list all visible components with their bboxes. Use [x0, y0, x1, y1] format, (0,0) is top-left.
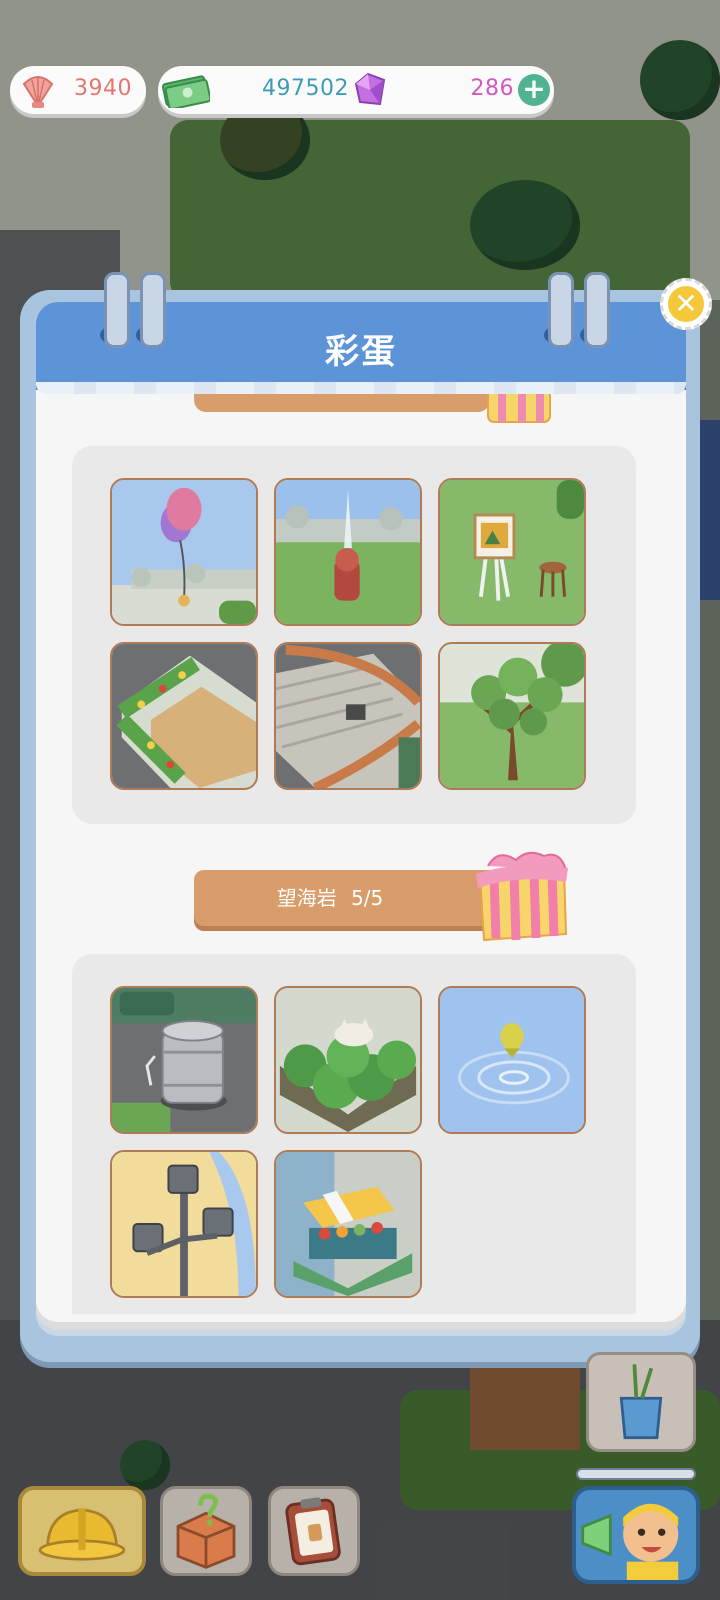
bucket-plant-card[interactable] [586, 1352, 696, 1452]
easter-egg-grid [72, 954, 636, 1314]
easter-egg-grid [72, 446, 636, 824]
gift-box-icon [487, 394, 551, 423]
progress-bar [576, 1468, 696, 1480]
question-box-icon [176, 1493, 236, 1569]
cash-icon [161, 75, 210, 108]
gem-count: 286 [470, 76, 514, 101]
egg-item-street-lamp[interactable] [110, 1150, 258, 1298]
money-currency-pill: 497502 286 + [158, 66, 554, 114]
mystery-box-button[interactable] [160, 1486, 252, 1576]
section-label-partial [194, 394, 490, 412]
close-icon: ✕ [668, 286, 704, 322]
egg-item-cat-bushes[interactable] [274, 986, 422, 1134]
egg-item-easel[interactable] [438, 478, 586, 626]
shell-currency-pill: 3940 [10, 66, 146, 114]
shell-count: 3940 [74, 76, 132, 101]
binder-ring [548, 272, 574, 348]
egg-item-balloon[interactable] [110, 478, 258, 626]
egg-item-tree[interactable] [438, 642, 586, 790]
helmet-icon [38, 1508, 126, 1561]
egg-item-tiled-roof[interactable] [274, 642, 422, 790]
character-megaphone-icon [581, 1503, 679, 1580]
egg-item-flower-bed[interactable] [110, 642, 258, 790]
easter-egg-modal: 彩蛋 望海岩 5/5 [36, 302, 686, 1322]
section-label-wanghaiyan: 望海岩 5/5 [194, 870, 506, 926]
binder-ring [584, 272, 610, 348]
close-button[interactable]: ✕ [660, 278, 712, 330]
build-helmet-button[interactable] [18, 1486, 146, 1576]
cash-count: 497502 [262, 76, 349, 101]
gem-icon [354, 72, 386, 106]
section-name: 望海岩 [276, 886, 337, 910]
announcer-character-button[interactable] [572, 1486, 700, 1584]
shell-icon [22, 76, 54, 108]
tasks-clipboard-button[interactable] [268, 1486, 360, 1576]
snow-trim [36, 382, 686, 394]
section-progress: 5/5 [351, 886, 384, 910]
gift-box-icon[interactable] [470, 846, 574, 944]
bucket-icon [619, 1364, 663, 1440]
egg-item-beer-keg[interactable] [110, 986, 258, 1134]
easter-egg-list[interactable]: 望海岩 5/5 [36, 394, 686, 1314]
egg-item-fruit-stall[interactable] [274, 1150, 422, 1298]
binder-ring [104, 272, 130, 348]
binder-ring [140, 272, 166, 348]
egg-item-fish-pond[interactable] [438, 986, 586, 1134]
egg-item-fire-hydrant[interactable] [274, 478, 422, 626]
clipboard-icon [285, 1497, 341, 1566]
add-gems-button[interactable]: + [518, 74, 550, 106]
